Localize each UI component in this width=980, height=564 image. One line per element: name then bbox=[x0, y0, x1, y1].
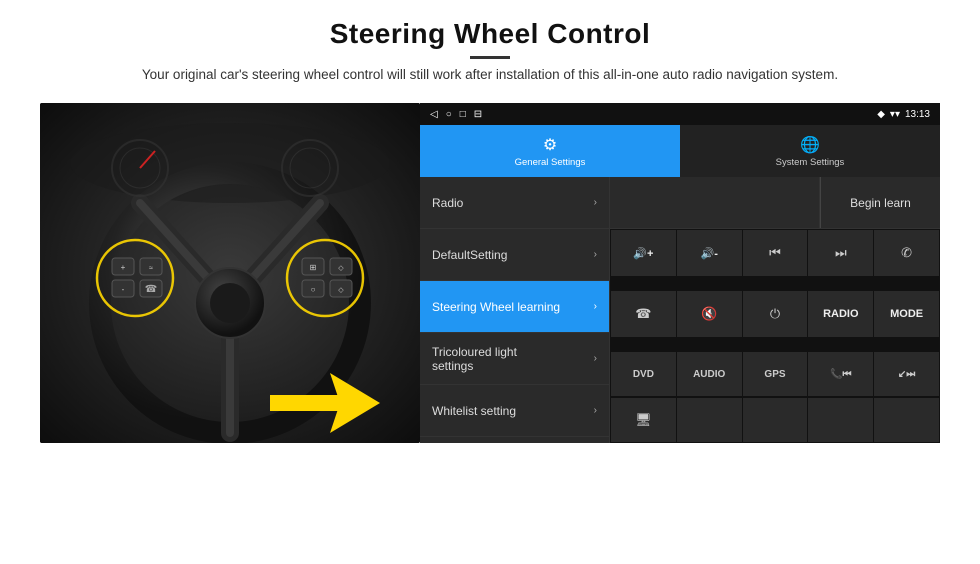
vol-down-icon: 🔊- bbox=[701, 247, 718, 260]
status-bar: ◁ ○ □ ⊟ ◆ ▾▾ 13:13 bbox=[420, 103, 940, 125]
svg-text:◇: ◇ bbox=[338, 265, 344, 272]
phone-icon: ✆ bbox=[901, 245, 912, 261]
right-panel: Begin learn 🔊+ 🔊- ⏮ bbox=[610, 177, 940, 443]
power-btn[interactable]: ⏻ bbox=[743, 291, 808, 337]
svg-text:○: ○ bbox=[311, 285, 316, 294]
nav-recents-icon[interactable]: □ bbox=[460, 109, 466, 120]
mute-btn[interactable]: 🔇 bbox=[677, 291, 742, 337]
tab-system-label: System Settings bbox=[776, 157, 845, 168]
usb-btn[interactable]: 🖥 bbox=[611, 398, 676, 442]
radio-empty-area bbox=[610, 177, 820, 228]
vol-up-btn[interactable]: 🔊+ bbox=[611, 230, 676, 276]
empty-btn-2 bbox=[743, 398, 808, 442]
skip-next-icon: ↙⏭ bbox=[898, 369, 915, 380]
next-btn[interactable]: ⏭ bbox=[808, 230, 873, 276]
dvd-label: DVD bbox=[633, 369, 654, 380]
chevron-icon: › bbox=[594, 249, 597, 260]
svg-text:≈: ≈ bbox=[149, 265, 153, 272]
controls-grid: 🔊+ 🔊- ⏮ ⏭ ✆ bbox=[610, 229, 940, 351]
next-icon: ⏭ bbox=[835, 245, 847, 261]
time-display: 13:13 bbox=[905, 109, 930, 120]
menu-item-radio[interactable]: Radio › bbox=[420, 177, 609, 229]
svg-text:⊞: ⊞ bbox=[310, 263, 317, 272]
menu-item-steering[interactable]: Steering Wheel learning › bbox=[420, 281, 609, 333]
content-area: + ≈ - ☎ ⊞ ◇ ○ ◇ bbox=[40, 103, 940, 443]
chevron-icon: › bbox=[594, 405, 597, 416]
nav-buttons: ◁ ○ □ ⊟ bbox=[430, 109, 482, 120]
nav-back-icon[interactable]: ◁ bbox=[430, 109, 438, 120]
svg-text:◇: ◇ bbox=[338, 287, 344, 294]
chevron-icon: › bbox=[594, 197, 597, 208]
svg-text:☎: ☎ bbox=[145, 284, 157, 295]
chevron-icon: › bbox=[594, 301, 597, 312]
status-indicators: ◆ ▾▾ 13:13 bbox=[877, 109, 930, 120]
location-icon: ◆ bbox=[877, 109, 885, 120]
nav-home-icon[interactable]: ○ bbox=[446, 109, 452, 120]
settings-menu: Radio › DefaultSetting › Steering Wheel … bbox=[420, 177, 610, 443]
prev-btn[interactable]: ⏮ bbox=[743, 230, 808, 276]
mode-btn-label: MODE bbox=[890, 308, 923, 320]
menu-radio-label: Radio bbox=[432, 196, 463, 210]
title-section: Steering Wheel Control Your original car… bbox=[142, 18, 838, 95]
begin-learn-button[interactable]: Begin learn bbox=[820, 177, 940, 228]
title-divider bbox=[470, 56, 510, 59]
mute-icon: 🔇 bbox=[701, 306, 717, 322]
empty-btn-3 bbox=[808, 398, 873, 442]
skip-next-btn[interactable]: ↙⏭ bbox=[874, 352, 939, 396]
menu-item-default[interactable]: DefaultSetting › bbox=[420, 229, 609, 281]
radio-row: Begin learn bbox=[610, 177, 940, 229]
empty-btn-4 bbox=[874, 398, 939, 442]
audio-label: AUDIO bbox=[693, 369, 725, 380]
android-screen: ◁ ○ □ ⊟ ◆ ▾▾ 13:13 ⚙ General Settings bbox=[420, 103, 940, 443]
svg-text:+: + bbox=[121, 263, 126, 272]
vol-up-icon: 🔊+ bbox=[633, 247, 653, 260]
radio-btn[interactable]: RADIO bbox=[808, 291, 873, 337]
dvd-btn[interactable]: DVD bbox=[611, 352, 676, 396]
phone-prev-icon: 📞⏮ bbox=[830, 369, 851, 380]
svg-text:-: - bbox=[122, 285, 125, 294]
phone-prev-btn[interactable]: 📞⏮ bbox=[808, 352, 873, 396]
audio-btn[interactable]: AUDIO bbox=[677, 352, 742, 396]
menu-whitelist-label: Whitelist setting bbox=[432, 404, 516, 418]
phone-btn[interactable]: ✆ bbox=[874, 230, 939, 276]
steering-wheel-image: + ≈ - ☎ ⊞ ◇ ○ ◇ bbox=[40, 103, 420, 443]
tab-general-label: General Settings bbox=[515, 157, 586, 168]
vol-down-btn[interactable]: 🔊- bbox=[677, 230, 742, 276]
page-title: Steering Wheel Control bbox=[142, 18, 838, 50]
tabs-row: ⚙ General Settings 🌐 System Settings bbox=[420, 125, 940, 177]
tab-general-settings[interactable]: ⚙ General Settings bbox=[420, 125, 680, 177]
bottom-row: DVD AUDIO GPS 📞⏮ ↙⏭ bbox=[610, 351, 940, 397]
menu-item-whitelist[interactable]: Whitelist setting › bbox=[420, 385, 609, 437]
system-settings-icon: 🌐 bbox=[800, 135, 820, 155]
prev-icon: ⏮ bbox=[769, 245, 781, 261]
answer-icon: ☎ bbox=[635, 306, 651, 322]
menu-tricoloured-label: Tricoloured lightsettings bbox=[432, 345, 517, 373]
extra-row: 🖥 bbox=[610, 397, 940, 443]
subtitle: Your original car's steering wheel contr… bbox=[142, 65, 838, 85]
mode-btn[interactable]: MODE bbox=[874, 291, 939, 337]
menu-steering-label: Steering Wheel learning bbox=[432, 300, 560, 314]
nav-menu-icon[interactable]: ⊟ bbox=[474, 109, 482, 120]
screen-content: Radio › DefaultSetting › Steering Wheel … bbox=[420, 177, 940, 443]
tab-system-settings[interactable]: 🌐 System Settings bbox=[680, 125, 940, 177]
wifi-icon: ▾▾ bbox=[890, 109, 900, 120]
power-icon: ⏻ bbox=[770, 306, 780, 322]
general-settings-icon: ⚙ bbox=[543, 135, 557, 155]
chevron-icon: › bbox=[594, 353, 597, 364]
gps-label: GPS bbox=[764, 369, 785, 380]
radio-btn-label: RADIO bbox=[823, 308, 858, 320]
gps-btn[interactable]: GPS bbox=[743, 352, 808, 396]
menu-default-label: DefaultSetting bbox=[432, 248, 507, 262]
empty-btn-1 bbox=[677, 398, 742, 442]
menu-item-tricoloured[interactable]: Tricoloured lightsettings › bbox=[420, 333, 609, 385]
answer-btn[interactable]: ☎ bbox=[611, 291, 676, 337]
usb-icon: 🖥 bbox=[635, 412, 652, 428]
